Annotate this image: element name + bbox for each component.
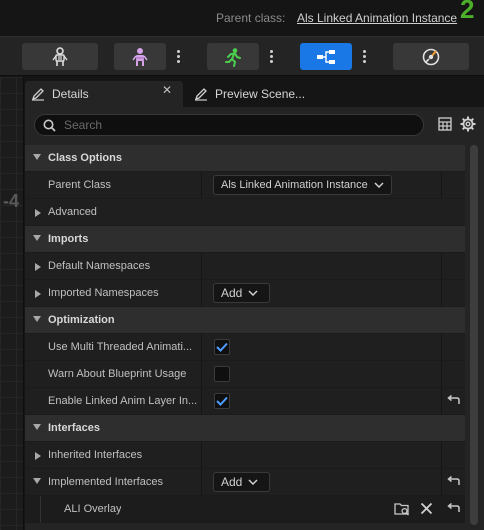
mesh-options-button[interactable]	[167, 43, 189, 70]
search-icon	[43, 119, 56, 132]
category-interfaces[interactable]: Interfaces	[25, 415, 465, 442]
panel-tab-bar: Details ✕ Preview Scene...	[25, 77, 484, 107]
details-panel: Class Options Parent Class Als Linked An…	[25, 107, 484, 530]
expand-arrow-icon	[35, 263, 41, 271]
expand-arrow-icon	[33, 154, 41, 160]
category-class-options[interactable]: Class Options	[25, 145, 465, 172]
close-icon[interactable]: ✕	[162, 83, 172, 97]
add-namespace-button[interactable]: Add	[213, 283, 270, 303]
chevron-down-icon	[248, 290, 258, 296]
more-options-icon	[362, 50, 366, 63]
checkmark-icon	[216, 396, 228, 406]
property-row-parent-class: Parent Class Als Linked Animation Instan…	[25, 172, 465, 199]
skeleton-mode-button[interactable]	[22, 43, 98, 70]
property-row-imported-namespaces[interactable]: Imported Namespaces Add	[25, 280, 465, 307]
parent-class-dropdown[interactable]: Als Linked Animation Instance	[213, 175, 392, 195]
vertical-scrollbar[interactable]	[470, 145, 478, 525]
toolbar	[0, 36, 484, 76]
property-row-inherited-interfaces[interactable]: Inherited Interfaces	[25, 442, 465, 469]
interface-row-ali-overlay: ALI Overlay	[25, 496, 465, 523]
category-imports[interactable]: Imports	[25, 226, 465, 253]
category-label: Imports	[48, 233, 89, 245]
property-row-warn-blueprint: Warn About Blueprint Usage	[25, 361, 465, 388]
blueprint-options-button[interactable]	[353, 43, 375, 70]
pencil-icon	[194, 87, 208, 101]
property-row-implemented-interfaces[interactable]: Implemented Interfaces Add	[25, 469, 465, 496]
blueprint-mode-button[interactable]	[300, 43, 352, 70]
reset-to-default-icon[interactable]	[447, 475, 460, 490]
property-label: Default Namespaces	[48, 260, 151, 272]
tab-details[interactable]: Details	[25, 81, 183, 107]
property-label: Use Multi Threaded Animati...	[48, 341, 193, 353]
expand-arrow-icon	[35, 452, 41, 460]
blueprint-graph-icon	[317, 49, 335, 64]
category-label: Interfaces	[48, 422, 100, 434]
physics-mode-button[interactable]	[393, 43, 469, 70]
category-label: Optimization	[48, 314, 115, 326]
expand-arrow-icon	[35, 209, 41, 217]
add-interface-button[interactable]: Add	[213, 472, 270, 492]
remove-icon[interactable]	[420, 502, 433, 519]
corner-digit: 2	[460, 0, 475, 24]
property-label: Implemented Interfaces	[48, 476, 163, 488]
property-label: Enable Linked Anim Layer In...	[48, 395, 198, 407]
interface-label: ALI Overlay	[64, 503, 122, 515]
animation-mode-button[interactable]	[207, 43, 259, 70]
tab-preview-scene-label: Preview Scene...	[215, 87, 306, 101]
property-label: Warn About Blueprint Usage	[48, 368, 187, 380]
property-row-default-namespaces[interactable]: Default Namespaces	[25, 253, 465, 280]
reset-to-default-icon[interactable]	[447, 394, 460, 409]
dropdown-value: Als Linked Animation Instance	[221, 179, 368, 191]
settings-gear-icon[interactable]	[460, 116, 476, 135]
search-bar[interactable]	[34, 114, 424, 136]
more-options-icon	[269, 50, 273, 63]
expand-arrow-icon	[33, 424, 41, 430]
skeleton-icon	[52, 46, 68, 66]
property-row-enable-linked: Enable Linked Anim Layer In...	[25, 388, 465, 415]
property-matrix-icon[interactable]	[438, 117, 452, 134]
expand-arrow-icon	[33, 316, 41, 322]
expand-arrow-icon	[35, 290, 41, 298]
scrollbar-thumb[interactable]	[470, 145, 478, 525]
property-label: Parent Class	[48, 179, 111, 191]
pencil-icon	[31, 87, 45, 101]
property-label: Imported Namespaces	[48, 287, 159, 299]
chevron-down-icon	[374, 182, 384, 188]
use-multi-threaded-checkbox[interactable]	[214, 339, 230, 355]
reset-to-default-icon[interactable]	[447, 502, 460, 517]
property-row-advanced[interactable]: Advanced	[25, 199, 465, 226]
graph-node-number: -4	[3, 191, 20, 211]
parent-class-label: Parent class:	[216, 11, 286, 25]
parent-class-link[interactable]: Als Linked Animation Instance	[297, 11, 457, 25]
animation-options-button[interactable]	[260, 43, 282, 70]
property-list: Class Options Parent Class Als Linked An…	[25, 145, 465, 523]
checkmark-icon	[216, 342, 228, 352]
tab-details-label: Details	[52, 87, 89, 101]
warn-blueprint-checkbox[interactable]	[214, 366, 230, 382]
chevron-down-icon	[248, 479, 258, 485]
tab-preview-scene[interactable]: Preview Scene...	[188, 81, 328, 107]
enable-linked-checkbox[interactable]	[214, 393, 230, 409]
top-bar: Parent class: Als Linked Animation Insta…	[0, 0, 484, 35]
physics-icon	[422, 48, 440, 65]
add-label: Add	[221, 475, 243, 489]
graph-editor-strip[interactable]: -4	[0, 77, 24, 530]
property-label: Advanced	[48, 206, 97, 218]
category-label: Class Options	[48, 152, 122, 164]
mesh-mode-button[interactable]	[114, 43, 166, 70]
property-row-use-multi-threaded: Use Multi Threaded Animati...	[25, 334, 465, 361]
more-options-icon	[176, 50, 180, 63]
expand-arrow-icon	[33, 235, 41, 241]
mesh-icon	[132, 47, 148, 66]
expand-arrow-icon	[33, 478, 41, 484]
running-man-icon	[225, 47, 241, 67]
category-optimization[interactable]: Optimization	[25, 307, 465, 334]
property-label: Inherited Interfaces	[48, 449, 143, 461]
browse-asset-icon[interactable]	[394, 502, 410, 519]
search-input[interactable]	[64, 118, 394, 132]
add-label: Add	[221, 286, 243, 300]
